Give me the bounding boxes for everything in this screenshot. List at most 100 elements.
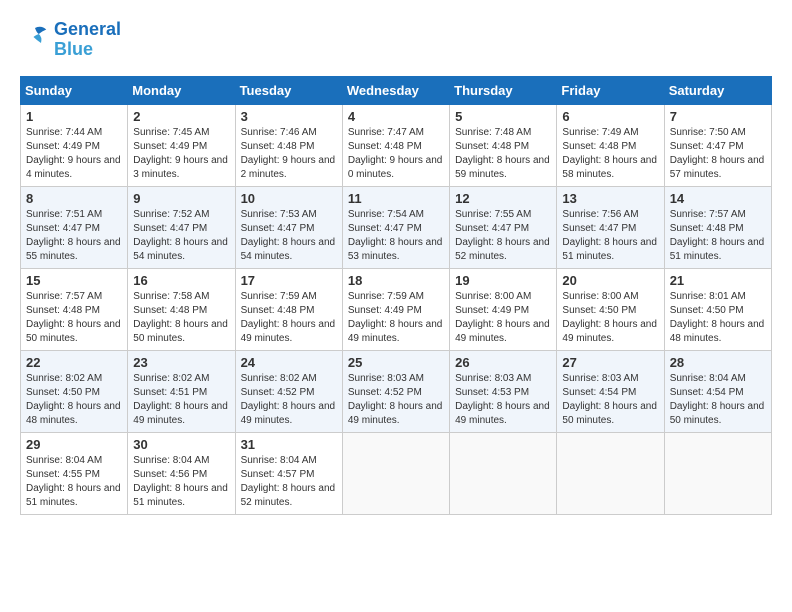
day-number: 27: [562, 355, 658, 370]
day-header-monday: Monday: [128, 76, 235, 104]
day-number: 26: [455, 355, 551, 370]
day-number: 24: [241, 355, 337, 370]
calendar-cell: 28 Sunrise: 8:04 AM Sunset: 4:54 PM Dayl…: [664, 350, 771, 432]
day-header-tuesday: Tuesday: [235, 76, 342, 104]
calendar-cell: 13 Sunrise: 7:56 AM Sunset: 4:47 PM Dayl…: [557, 186, 664, 268]
day-number: 15: [26, 273, 122, 288]
day-number: 22: [26, 355, 122, 370]
calendar-cell: 20 Sunrise: 8:00 AM Sunset: 4:50 PM Dayl…: [557, 268, 664, 350]
day-number: 14: [670, 191, 766, 206]
day-info: Sunrise: 8:03 AM Sunset: 4:53 PM Dayligh…: [455, 372, 551, 428]
calendar-table: SundayMondayTuesdayWednesdayThursdayFrid…: [20, 76, 772, 515]
day-info: Sunrise: 8:02 AM Sunset: 4:51 PM Dayligh…: [133, 372, 229, 428]
day-number: 16: [133, 273, 229, 288]
day-number: 9: [133, 191, 229, 206]
page-header: GeneralBlue: [20, 20, 772, 60]
calendar-cell: 3 Sunrise: 7:46 AM Sunset: 4:48 PM Dayli…: [235, 104, 342, 186]
day-number: 10: [241, 191, 337, 206]
day-number: 6: [562, 109, 658, 124]
day-header-friday: Friday: [557, 76, 664, 104]
day-info: Sunrise: 8:04 AM Sunset: 4:54 PM Dayligh…: [670, 372, 766, 428]
day-number: 21: [670, 273, 766, 288]
day-info: Sunrise: 8:03 AM Sunset: 4:54 PM Dayligh…: [562, 372, 658, 428]
day-header-sunday: Sunday: [21, 76, 128, 104]
day-number: 23: [133, 355, 229, 370]
day-info: Sunrise: 8:04 AM Sunset: 4:57 PM Dayligh…: [241, 454, 337, 510]
calendar-cell: 1 Sunrise: 7:44 AM Sunset: 4:49 PM Dayli…: [21, 104, 128, 186]
calendar-cell: 11 Sunrise: 7:54 AM Sunset: 4:47 PM Dayl…: [342, 186, 449, 268]
day-header-wednesday: Wednesday: [342, 76, 449, 104]
day-number: 1: [26, 109, 122, 124]
day-number: 3: [241, 109, 337, 124]
calendar-cell: 18 Sunrise: 7:59 AM Sunset: 4:49 PM Dayl…: [342, 268, 449, 350]
day-number: 25: [348, 355, 444, 370]
calendar-cell: 10 Sunrise: 7:53 AM Sunset: 4:47 PM Dayl…: [235, 186, 342, 268]
calendar-cell: 7 Sunrise: 7:50 AM Sunset: 4:47 PM Dayli…: [664, 104, 771, 186]
day-info: Sunrise: 7:54 AM Sunset: 4:47 PM Dayligh…: [348, 208, 444, 264]
day-number: 19: [455, 273, 551, 288]
logo: GeneralBlue: [20, 20, 121, 60]
day-number: 31: [241, 437, 337, 452]
day-info: Sunrise: 8:02 AM Sunset: 4:50 PM Dayligh…: [26, 372, 122, 428]
day-info: Sunrise: 7:57 AM Sunset: 4:48 PM Dayligh…: [26, 290, 122, 346]
calendar-cell: 27 Sunrise: 8:03 AM Sunset: 4:54 PM Dayl…: [557, 350, 664, 432]
day-header-thursday: Thursday: [450, 76, 557, 104]
calendar-cell: [664, 432, 771, 514]
day-info: Sunrise: 8:04 AM Sunset: 4:55 PM Dayligh…: [26, 454, 122, 510]
calendar-cell: 22 Sunrise: 8:02 AM Sunset: 4:50 PM Dayl…: [21, 350, 128, 432]
calendar-cell: 5 Sunrise: 7:48 AM Sunset: 4:48 PM Dayli…: [450, 104, 557, 186]
day-number: 20: [562, 273, 658, 288]
calendar-cell: 24 Sunrise: 8:02 AM Sunset: 4:52 PM Dayl…: [235, 350, 342, 432]
day-info: Sunrise: 8:00 AM Sunset: 4:49 PM Dayligh…: [455, 290, 551, 346]
day-header-saturday: Saturday: [664, 76, 771, 104]
calendar-cell: 12 Sunrise: 7:55 AM Sunset: 4:47 PM Dayl…: [450, 186, 557, 268]
day-number: 11: [348, 191, 444, 206]
calendar-cell: 30 Sunrise: 8:04 AM Sunset: 4:56 PM Dayl…: [128, 432, 235, 514]
day-info: Sunrise: 7:56 AM Sunset: 4:47 PM Dayligh…: [562, 208, 658, 264]
day-info: Sunrise: 7:59 AM Sunset: 4:48 PM Dayligh…: [241, 290, 337, 346]
calendar-cell: 21 Sunrise: 8:01 AM Sunset: 4:50 PM Dayl…: [664, 268, 771, 350]
day-number: 4: [348, 109, 444, 124]
day-info: Sunrise: 7:55 AM Sunset: 4:47 PM Dayligh…: [455, 208, 551, 264]
calendar-cell: 8 Sunrise: 7:51 AM Sunset: 4:47 PM Dayli…: [21, 186, 128, 268]
calendar-cell: [342, 432, 449, 514]
day-info: Sunrise: 7:45 AM Sunset: 4:49 PM Dayligh…: [133, 126, 229, 182]
day-info: Sunrise: 7:48 AM Sunset: 4:48 PM Dayligh…: [455, 126, 551, 182]
day-info: Sunrise: 8:00 AM Sunset: 4:50 PM Dayligh…: [562, 290, 658, 346]
day-info: Sunrise: 8:02 AM Sunset: 4:52 PM Dayligh…: [241, 372, 337, 428]
calendar-cell: 14 Sunrise: 7:57 AM Sunset: 4:48 PM Dayl…: [664, 186, 771, 268]
calendar-cell: 19 Sunrise: 8:00 AM Sunset: 4:49 PM Dayl…: [450, 268, 557, 350]
calendar-cell: 26 Sunrise: 8:03 AM Sunset: 4:53 PM Dayl…: [450, 350, 557, 432]
day-number: 17: [241, 273, 337, 288]
day-info: Sunrise: 8:03 AM Sunset: 4:52 PM Dayligh…: [348, 372, 444, 428]
day-number: 12: [455, 191, 551, 206]
day-number: 2: [133, 109, 229, 124]
calendar-cell: 15 Sunrise: 7:57 AM Sunset: 4:48 PM Dayl…: [21, 268, 128, 350]
day-number: 8: [26, 191, 122, 206]
day-info: Sunrise: 8:04 AM Sunset: 4:56 PM Dayligh…: [133, 454, 229, 510]
calendar-cell: 25 Sunrise: 8:03 AM Sunset: 4:52 PM Dayl…: [342, 350, 449, 432]
day-number: 5: [455, 109, 551, 124]
day-info: Sunrise: 7:49 AM Sunset: 4:48 PM Dayligh…: [562, 126, 658, 182]
calendar-cell: 29 Sunrise: 8:04 AM Sunset: 4:55 PM Dayl…: [21, 432, 128, 514]
calendar-cell: 6 Sunrise: 7:49 AM Sunset: 4:48 PM Dayli…: [557, 104, 664, 186]
calendar-cell: 23 Sunrise: 8:02 AM Sunset: 4:51 PM Dayl…: [128, 350, 235, 432]
calendar-cell: 4 Sunrise: 7:47 AM Sunset: 4:48 PM Dayli…: [342, 104, 449, 186]
day-info: Sunrise: 7:47 AM Sunset: 4:48 PM Dayligh…: [348, 126, 444, 182]
day-info: Sunrise: 7:57 AM Sunset: 4:48 PM Dayligh…: [670, 208, 766, 264]
day-number: 7: [670, 109, 766, 124]
day-number: 29: [26, 437, 122, 452]
day-number: 30: [133, 437, 229, 452]
calendar-cell: 17 Sunrise: 7:59 AM Sunset: 4:48 PM Dayl…: [235, 268, 342, 350]
calendar-cell: 16 Sunrise: 7:58 AM Sunset: 4:48 PM Dayl…: [128, 268, 235, 350]
day-number: 18: [348, 273, 444, 288]
logo-text: GeneralBlue: [54, 20, 121, 60]
day-info: Sunrise: 7:52 AM Sunset: 4:47 PM Dayligh…: [133, 208, 229, 264]
day-info: Sunrise: 7:44 AM Sunset: 4:49 PM Dayligh…: [26, 126, 122, 182]
day-info: Sunrise: 7:46 AM Sunset: 4:48 PM Dayligh…: [241, 126, 337, 182]
day-info: Sunrise: 7:50 AM Sunset: 4:47 PM Dayligh…: [670, 126, 766, 182]
day-info: Sunrise: 7:58 AM Sunset: 4:48 PM Dayligh…: [133, 290, 229, 346]
calendar-cell: 9 Sunrise: 7:52 AM Sunset: 4:47 PM Dayli…: [128, 186, 235, 268]
day-info: Sunrise: 7:53 AM Sunset: 4:47 PM Dayligh…: [241, 208, 337, 264]
calendar-cell: [450, 432, 557, 514]
